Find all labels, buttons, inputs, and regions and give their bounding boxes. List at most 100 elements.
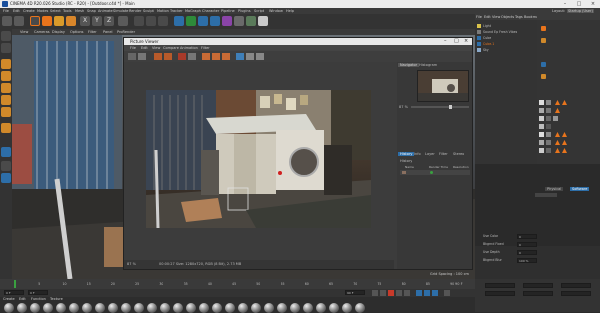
pv-render-icon[interactable] — [154, 53, 162, 60]
render-view-icon[interactable] — [146, 16, 156, 26]
coord-field[interactable] — [523, 291, 553, 296]
status-zoom[interactable]: 87 % — [127, 262, 136, 266]
menu-sculpt[interactable]: Sculpt — [143, 9, 154, 13]
list-item[interactable]: Sky — [477, 48, 535, 53]
pv-close-icon[interactable]: × — [464, 38, 468, 44]
texture-mode-icon[interactable] — [1, 59, 11, 69]
tab-navigator[interactable]: Navigator — [398, 63, 420, 67]
deformer-icon[interactable] — [222, 16, 232, 26]
value-field[interactable]: 0 — [517, 242, 537, 247]
start-frame-field[interactable]: 0 F — [4, 290, 24, 295]
menu-mesh[interactable]: Mesh — [75, 9, 84, 13]
menu-file[interactable]: File — [3, 9, 9, 13]
menu-edit[interactable]: Edit — [13, 9, 20, 13]
value-field[interactable]: 100 % — [517, 258, 537, 263]
enable-axis-icon[interactable] — [1, 123, 11, 133]
points-mode-icon[interactable] — [1, 83, 11, 93]
max-frame-field[interactable]: 90 F — [345, 290, 365, 295]
close-icon[interactable]: × — [586, 0, 600, 8]
option-use-color[interactable]: Use Color — [483, 234, 498, 238]
viewport-menu-view[interactable]: View — [20, 30, 28, 34]
pv-channel-g-icon[interactable] — [212, 53, 220, 60]
value-field[interactable]: 0 — [517, 250, 537, 255]
model-mode-icon[interactable] — [1, 43, 11, 53]
option-use-depth[interactable]: Use Depth — [483, 250, 500, 254]
option-bkgrnd-fixed[interactable]: Bkgrnd Fixed — [483, 242, 504, 246]
array-icon[interactable] — [210, 16, 220, 26]
go-start-icon[interactable] — [372, 290, 378, 296]
coordinate-system-icon[interactable] — [118, 16, 128, 26]
om-menu-objects[interactable]: Objects — [501, 15, 514, 19]
tag-icon[interactable] — [541, 26, 546, 31]
coord-field[interactable] — [485, 291, 515, 296]
workplane-icon[interactable] — [1, 71, 11, 81]
om-menu-edit[interactable]: Edit — [484, 15, 491, 19]
undo-icon[interactable] — [2, 16, 12, 26]
zoom-slider-handle[interactable] — [449, 105, 452, 109]
menu-mograph[interactable]: MoGraph — [185, 9, 201, 13]
om-menu-file[interactable]: File — [476, 15, 482, 19]
key-scale-icon[interactable] — [432, 290, 438, 296]
menu-plugins[interactable]: Plugins — [238, 9, 251, 13]
list-item[interactable]: Cube.1 — [477, 42, 535, 47]
mat-menu-function[interactable]: Function — [31, 297, 46, 301]
pv-maximize-icon[interactable]: □ — [454, 38, 459, 44]
solo-icon[interactable] — [1, 161, 11, 171]
light-icon[interactable] — [258, 16, 268, 26]
menu-snap[interactable]: Snap — [87, 9, 96, 13]
y-axis-icon[interactable]: Y — [92, 16, 102, 26]
polygons-mode-icon[interactable] — [1, 107, 11, 117]
prev-key-icon[interactable] — [380, 290, 386, 296]
pv-menu-compare[interactable]: Compare — [163, 46, 179, 50]
value-field[interactable]: 0 — [517, 234, 537, 239]
menu-simulate[interactable]: Simulate — [113, 9, 128, 13]
key-rotation-icon[interactable] — [424, 290, 430, 296]
camera-icon[interactable] — [246, 16, 256, 26]
pv-channel-r-icon[interactable] — [202, 53, 210, 60]
spline-icon[interactable] — [186, 16, 196, 26]
mat-menu-edit[interactable]: Edit — [19, 297, 26, 301]
pv-grid-icon[interactable] — [246, 53, 254, 60]
edges-mode-icon[interactable] — [1, 95, 11, 105]
tab-histogram[interactable]: Histogram — [417, 63, 439, 67]
viewport-menu-panel[interactable]: Panel — [103, 30, 112, 34]
om-menu-view[interactable]: View — [492, 15, 500, 19]
current-frame-field[interactable]: 0 F — [28, 290, 48, 295]
om-menu-tags[interactable]: Tags — [515, 15, 523, 19]
pv-menu-edit[interactable]: Edit — [141, 46, 148, 50]
cube-icon[interactable] — [174, 16, 184, 26]
coord-field[interactable] — [561, 291, 591, 296]
pv-minimize-icon[interactable]: – — [444, 38, 447, 44]
coord-field[interactable] — [523, 283, 553, 288]
list-item[interactable]: Cube — [477, 36, 535, 41]
pv-open-icon[interactable] — [128, 53, 136, 60]
menu-select[interactable]: Select — [50, 9, 61, 13]
z-axis-icon[interactable]: Z — [104, 16, 114, 26]
tag-icon[interactable] — [541, 38, 546, 43]
coord-field[interactable] — [561, 283, 591, 288]
viewport-menu-cameras[interactable]: Cameras — [34, 30, 50, 34]
maximize-icon[interactable]: □ — [572, 0, 586, 8]
option-bkgrnd-blur[interactable]: Bkgrnd Blur — [483, 258, 502, 262]
pv-channel-b-icon[interactable] — [222, 53, 230, 60]
snap-icon[interactable] — [1, 147, 11, 157]
list-item[interactable]: Sound Ep Fresh Vibes — [477, 30, 535, 35]
mat-menu-texture[interactable]: Texture — [50, 297, 63, 301]
environment-icon[interactable] — [234, 16, 244, 26]
menu-script[interactable]: Script — [254, 9, 264, 13]
layout-dropdown[interactable]: Startup (User) — [567, 9, 594, 13]
mat-menu-create[interactable]: Create — [3, 297, 15, 301]
tab-stereo[interactable]: Stereo — [453, 152, 464, 156]
zoom-slider[interactable] — [411, 105, 469, 109]
pv-menu-animation[interactable]: Animation — [180, 46, 198, 50]
menu-pipeline[interactable]: Pipeline — [221, 9, 235, 13]
pv-info-icon[interactable] — [256, 53, 264, 60]
menu-tools[interactable]: Tools — [63, 9, 72, 13]
menu-help[interactable]: Help — [286, 9, 294, 13]
menu-animate[interactable]: Animate — [98, 9, 113, 13]
attribute-field[interactable] — [535, 193, 557, 197]
pv-menu-view[interactable]: View — [152, 46, 160, 50]
viewport-menu-options[interactable]: Options — [70, 30, 84, 34]
menu-create[interactable]: Create — [23, 9, 35, 13]
menu-window[interactable]: Window — [269, 9, 283, 13]
